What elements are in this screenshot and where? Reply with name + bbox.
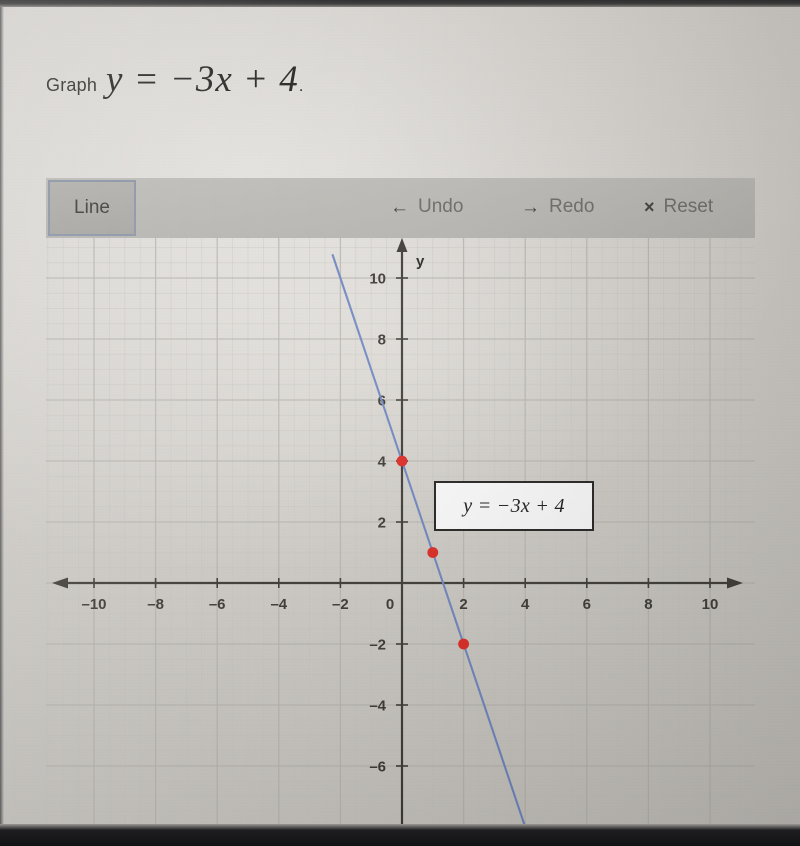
page-title: Graph y = −3x + 4 .: [46, 58, 304, 101]
coordinate-plane[interactable]: –10–8–6–4–20246810108642–2–4–6xy: [46, 238, 755, 824]
photo-left-edge-shadow: [0, 7, 4, 824]
plotted-line[interactable]: [331, 254, 536, 824]
line-segment[interactable]: [331, 254, 536, 824]
x-tick-label: –2: [332, 596, 349, 613]
data-point-handle[interactable]: [396, 455, 408, 467]
x-tick-label: –8: [147, 596, 164, 613]
x-tick-label: –4: [270, 596, 287, 613]
x-tick-label: 0: [386, 596, 394, 613]
y-tick-label: –4: [369, 698, 386, 715]
y-tick-label: 10: [369, 271, 386, 288]
graph-toolbar: Line ← Undo → Redo × Reset: [46, 178, 755, 238]
redo-button[interactable]: → Redo: [521, 196, 594, 218]
close-x-icon: ×: [644, 197, 655, 217]
undo-arrow-icon: ←: [390, 196, 409, 218]
redo-button-label: Redo: [549, 196, 595, 217]
x-tick-label: 2: [459, 596, 467, 613]
graph-svg[interactable]: –10–8–6–4–20246810108642–2–4–6xy: [46, 238, 755, 824]
reset-button[interactable]: × Reset: [644, 196, 713, 218]
photographed-worksheet-page: Graph y = −3x + 4 . Line ← Undo → Redo ×…: [0, 0, 800, 846]
y-tick-label: 8: [378, 332, 386, 349]
x-tick-label: 4: [521, 596, 530, 613]
y-tick-label: 4: [378, 454, 387, 471]
reset-button-label: Reset: [663, 196, 714, 217]
x-tick-label: –10: [81, 596, 106, 613]
y-tick-label: 2: [378, 515, 386, 532]
photo-bottom-edge-band: [0, 824, 800, 846]
line-tool-button[interactable]: Line: [48, 180, 136, 236]
major-gridlines: [46, 238, 755, 824]
undo-button-label: Undo: [418, 196, 464, 217]
undo-button[interactable]: ← Undo: [390, 196, 463, 218]
prompt-period: .: [298, 76, 304, 95]
redo-arrow-icon: →: [521, 196, 540, 218]
data-point-handle[interactable]: [458, 638, 469, 650]
y-tick-label: –6: [369, 759, 386, 776]
axis-tick-labels: –10–8–6–4–20246810108642–2–4–6xy: [81, 253, 719, 776]
x-tick-label: 8: [644, 596, 652, 613]
x-tick-label: 10: [702, 596, 719, 613]
prompt-lead-word: Graph: [46, 75, 98, 95]
y-tick-label: –2: [369, 637, 386, 654]
prompt-equation: y = −3x + 4: [106, 59, 299, 100]
x-tick-label: –6: [209, 596, 226, 613]
data-point-handle[interactable]: [427, 547, 439, 558]
y-axis-label: y: [416, 253, 425, 270]
x-tick-label: 6: [583, 596, 591, 613]
photo-top-edge-band: [0, 0, 800, 7]
equation-callout-box: y = −3x + 4: [434, 481, 594, 531]
